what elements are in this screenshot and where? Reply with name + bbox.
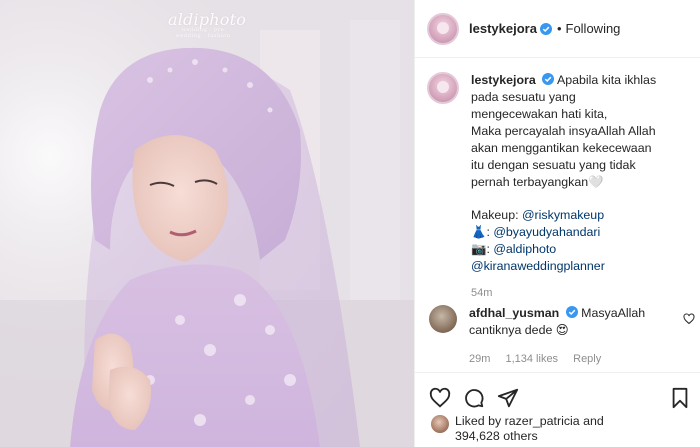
- header-separator: •: [556, 21, 562, 36]
- makeup-label: Makeup:: [471, 208, 522, 222]
- comment-item: afdhal_yusman MasyaAllah cantiknya dede …: [427, 305, 695, 368]
- caption-avatar[interactable]: [427, 72, 459, 104]
- reply-button[interactable]: Reply: [573, 353, 601, 365]
- mention-link[interactable]: @kiranaweddingplanner: [471, 258, 691, 275]
- likes-text[interactable]: Liked by razer_patricia and 394,628 othe…: [455, 414, 604, 444]
- comment-icon[interactable]: [463, 387, 485, 409]
- caption-line: mengecewakan hati kita,: [471, 107, 608, 121]
- dress-emoji: 👗: [471, 225, 487, 239]
- caption-timestamp[interactable]: 54m: [471, 285, 691, 302]
- verified-badge-icon: [539, 22, 552, 35]
- bride-photo-illustration: [0, 0, 414, 447]
- verified-badge-icon: [542, 73, 555, 85]
- caption-line: akan menggantikan kekecewaan: [471, 141, 652, 155]
- likes-line: Liked by razer_patricia and: [455, 414, 604, 428]
- caption-text: lestykejora Apabila kita ikhlas pada ses…: [471, 72, 691, 302]
- likes-summary: Liked by razer_patricia and 394,628 othe…: [431, 414, 604, 444]
- watermark-subtext: wedding · pre wedding · fashion: [175, 27, 231, 39]
- following-button[interactable]: Following: [566, 21, 621, 36]
- caption-makeup-line: Makeup: @riskymakeup: [471, 207, 691, 224]
- commenter-avatar[interactable]: [429, 305, 457, 333]
- caption-camera-line: 📷: @aldiphoto: [471, 242, 557, 256]
- caption-dress-line: 👗: @byayudyahandari: [471, 225, 601, 239]
- share-icon[interactable]: [497, 387, 519, 409]
- likes-line: 394,628 others: [455, 429, 538, 443]
- comment-timestamp[interactable]: 29m: [469, 353, 490, 365]
- comment-body: MasyaAllah: [581, 306, 646, 320]
- comment-meta: 29m 1,134 likes Reply: [469, 351, 669, 368]
- post-header: lestykejora • Following: [415, 0, 700, 58]
- commenter-username[interactable]: afdhal_yusman: [469, 306, 559, 320]
- camera-emoji: 📷: [471, 242, 487, 256]
- mention-link[interactable]: @aldiphoto: [493, 242, 556, 256]
- verified-badge-icon: [565, 306, 578, 318]
- comment-text: afdhal_yusman MasyaAllah cantiknya dede …: [469, 305, 669, 368]
- heart-icon[interactable]: [429, 387, 451, 409]
- comment-heart-icon[interactable]: [683, 313, 695, 325]
- caption-line: lestykejora Apabila kita ikhlas: [471, 72, 691, 89]
- caption-line: Maka percayalah insyaAllah Allah: [471, 124, 656, 138]
- post-sidebar: lestykejora • Following lestykejora Apab…: [414, 0, 700, 447]
- author-avatar[interactable]: [427, 12, 459, 45]
- post-caption: lestykejora Apabila kita ikhlas pada ses…: [427, 72, 695, 302]
- author-username[interactable]: lestykejora: [469, 21, 537, 36]
- caption-line: itu dengan sesuatu yang tidak: [471, 158, 636, 172]
- caption-username[interactable]: lestykejora: [471, 73, 536, 87]
- photo-watermark: aldiphoto wedding · pre wedding · fashio…: [168, 10, 246, 39]
- bookmark-icon[interactable]: [669, 387, 691, 409]
- caption-line: pernah terbayangkan🤍: [471, 175, 604, 189]
- mention-link[interactable]: @byayudyahandari: [493, 225, 600, 239]
- liker-avatar[interactable]: [431, 415, 449, 433]
- comment-line: cantiknya dede 😍: [469, 323, 569, 337]
- caption-line: pada sesuatu yang: [471, 90, 576, 104]
- comment-line: afdhal_yusman MasyaAllah: [469, 305, 669, 322]
- comment-likes[interactable]: 1,134 likes: [505, 353, 558, 365]
- mention-link[interactable]: @riskymakeup: [522, 208, 604, 222]
- caption-line-text: Apabila kita ikhlas: [556, 73, 657, 87]
- post-photo[interactable]: aldiphoto wedding · pre wedding · fashio…: [0, 0, 414, 447]
